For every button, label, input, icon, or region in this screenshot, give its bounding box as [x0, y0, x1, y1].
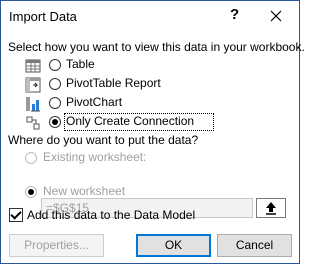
pivottable-icon: [25, 77, 41, 93]
ok-button[interactable]: OK: [136, 234, 211, 257]
only-create-connection-radio[interactable]: [49, 116, 61, 128]
existing-worksheet-radio[interactable]: [25, 152, 37, 164]
close-button[interactable]: [263, 5, 289, 27]
dialog-title: Import Data: [9, 9, 77, 24]
pivotchart-radio[interactable]: [49, 97, 61, 109]
close-icon: [270, 10, 282, 22]
location-prompt: Where do you want to put the data?: [8, 133, 199, 147]
pivotchart-icon: [26, 97, 40, 112]
dialog-body: Select how you want to view this data in…: [1, 33, 305, 263]
new-worksheet-label[interactable]: New worksheet: [43, 184, 125, 198]
collapse-dialog-button[interactable]: [256, 198, 286, 218]
table-option-label[interactable]: Table: [66, 57, 95, 71]
table-radio[interactable]: [49, 59, 61, 71]
properties-button[interactable]: Properties...: [9, 234, 104, 257]
connection-icon: [26, 116, 40, 130]
help-button[interactable]: ?: [230, 6, 239, 23]
pivottable-option-label[interactable]: PivotTable Report: [66, 76, 161, 90]
data-model-label[interactable]: Add this data to the Data Model: [27, 208, 195, 222]
cancel-button[interactable]: Cancel: [217, 234, 292, 257]
new-worksheet-radio[interactable]: [25, 186, 37, 198]
view-prompt: Select how you want to view this data in…: [8, 40, 305, 54]
existing-worksheet-label[interactable]: Existing worksheet:: [43, 150, 146, 164]
only-create-connection-label[interactable]: Only Create Connection: [66, 114, 194, 128]
import-data-dialog: Import Data ? Select how you want to vie…: [0, 0, 305, 264]
pivottable-radio[interactable]: [49, 78, 61, 90]
table-icon: [25, 59, 41, 73]
collapse-dialog-icon: [266, 202, 276, 215]
pivotchart-option-label[interactable]: PivotChart: [66, 95, 122, 109]
title-bar: Import Data ?: [1, 1, 299, 33]
data-model-checkbox[interactable]: [9, 208, 23, 222]
